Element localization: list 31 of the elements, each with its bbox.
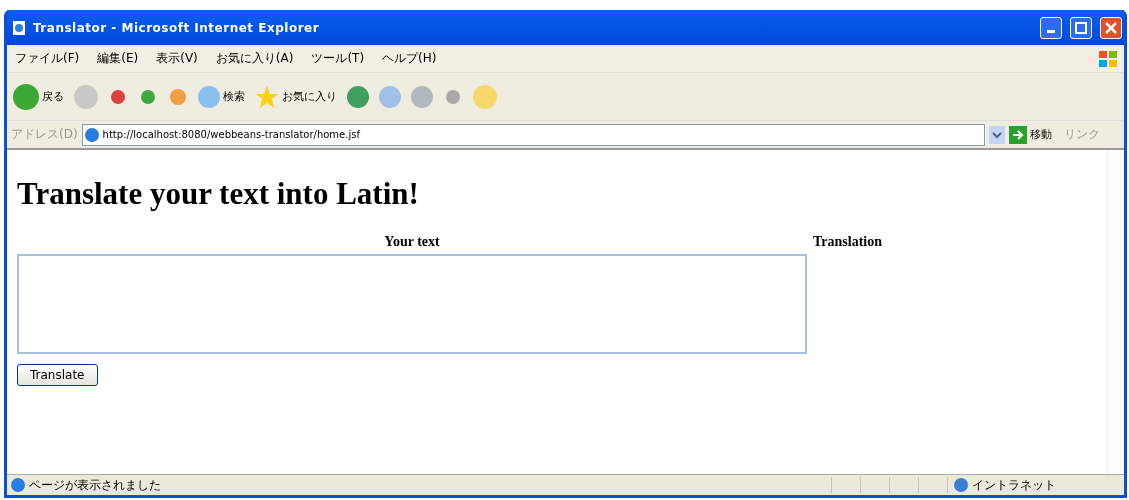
menu-item[interactable]: ファイル(F) [15, 50, 80, 67]
address-label: アドレス(D) [11, 126, 78, 143]
go-button[interactable]: 移動 [1009, 125, 1052, 144]
status-message: ページが表示されました [29, 476, 162, 494]
menu-item[interactable]: 編集(E) [97, 50, 139, 67]
minimize-icon [1047, 30, 1055, 33]
menu-item[interactable]: 表示(V) [156, 50, 198, 67]
page-heading: Translate your text into Latin! [17, 176, 420, 212]
url-text: http://localhost:8080/webbeans-translator/home.jsf [102, 129, 360, 140]
minimize-button[interactable] [1040, 16, 1062, 39]
close-icon [1105, 21, 1117, 34]
text-input[interactable] [17, 254, 807, 354]
column-heading: Your text [383, 234, 441, 250]
favorites-button[interactable]: お気に入り [255, 84, 337, 109]
translate-button[interactable]: Translate [17, 364, 98, 386]
back-button[interactable]: 戻る [13, 83, 64, 110]
scrollbar[interactable] [1107, 150, 1124, 474]
close-button[interactable] [1100, 16, 1122, 39]
zone-label: イントラネット [972, 476, 1056, 494]
menu-item[interactable]: お気に入り(A) [215, 50, 294, 67]
browser-icon [11, 19, 27, 36]
star-icon [255, 84, 279, 109]
address-field[interactable]: http://localhost:8080/webbeans-translator/home.jsf [81, 123, 985, 146]
column-heading: Translation [813, 234, 883, 250]
window-title: Translator - Microsoft Internet Explorer [33, 20, 321, 35]
maximize-button[interactable] [1070, 16, 1092, 39]
maximize-icon [1075, 21, 1087, 34]
menu-item[interactable]: ツール(T) [311, 50, 365, 67]
menu-item[interactable]: ヘルプ(H) [382, 50, 437, 67]
windows-logo-icon [1098, 49, 1118, 68]
search-button[interactable]: 検索 [198, 85, 245, 108]
